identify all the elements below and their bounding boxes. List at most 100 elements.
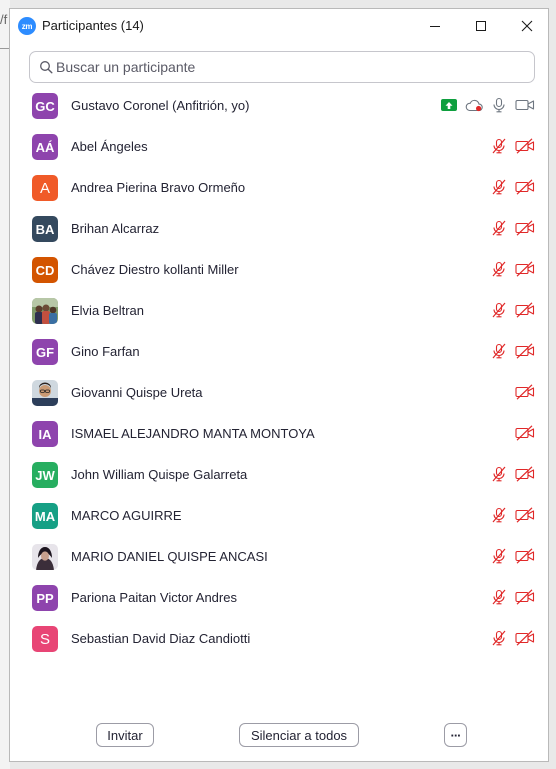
participant-status-icons xyxy=(483,466,535,482)
minimize-icon xyxy=(430,26,440,27)
participant-status-icons xyxy=(507,384,535,400)
participant-row[interactable]: BA Brihan Alcarraz xyxy=(10,208,548,249)
participant-row[interactable]: MA MARCO AGUIRRE xyxy=(10,495,548,536)
video-off-icon xyxy=(515,138,535,154)
participant-row[interactable]: S Sebastian David Diaz Candiotti xyxy=(10,618,548,659)
participant-status-icons xyxy=(433,97,535,113)
maximize-button[interactable] xyxy=(458,9,504,43)
mute-all-button[interactable]: Silenciar a todos xyxy=(239,723,359,747)
participant-name: Elvia Beltran xyxy=(71,303,144,318)
microphone-muted-icon xyxy=(491,589,507,605)
microphone-muted-icon xyxy=(491,548,507,564)
zoom-logo-icon: zm xyxy=(18,17,36,35)
participant-name: Giovanni Quispe Ureta xyxy=(71,385,203,400)
participant-row[interactable]: MARIO DANIEL QUISPE ANCASI xyxy=(10,536,548,577)
participant-row[interactable]: GC Gustavo Coronel (Anfitrión, yo) xyxy=(10,85,548,126)
participant-avatar xyxy=(32,544,58,570)
participant-name: Brihan Alcarraz xyxy=(71,221,160,236)
participant-avatar xyxy=(32,298,58,324)
title-bar[interactable]: zm Participantes (14) xyxy=(10,9,548,43)
microphone-muted-icon xyxy=(491,220,507,236)
participant-avatar: IA xyxy=(32,421,58,447)
search-icon xyxy=(40,61,53,74)
participants-window: zm Participantes (14) GC Gustavo Coronel … xyxy=(9,8,549,762)
video-camera-icon xyxy=(515,97,535,113)
video-off-icon xyxy=(515,630,535,646)
footer-toolbar: Invitar Silenciar a todos ··· xyxy=(10,723,548,749)
close-icon xyxy=(521,20,533,32)
window-title: Participantes (14) xyxy=(42,18,144,33)
video-off-icon xyxy=(515,466,535,482)
participant-status-icons xyxy=(483,589,535,605)
participant-avatar: PP xyxy=(32,585,58,611)
participant-row[interactable]: A Andrea Pierina Bravo Ormeño xyxy=(10,167,548,208)
microphone-muted-icon xyxy=(491,466,507,482)
participant-name: John William Quispe Galarreta xyxy=(71,467,248,482)
participant-row[interactable]: JW John William Quispe Galarreta xyxy=(10,454,548,495)
participant-name: Gino Farfan xyxy=(71,344,140,359)
video-off-icon xyxy=(515,548,535,564)
participant-status-icons xyxy=(483,343,535,359)
participant-name: MARIO DANIEL QUISPE ANCASI xyxy=(71,549,268,564)
video-off-icon xyxy=(515,384,535,400)
screen-share-icon[interactable] xyxy=(441,99,457,111)
participant-status-icons xyxy=(483,261,535,277)
microphone-icon xyxy=(491,97,507,113)
video-off-icon xyxy=(515,589,535,605)
microphone-muted-icon xyxy=(491,630,507,646)
participant-status-icons xyxy=(483,179,535,195)
participant-row[interactable]: PP Pariona Paitan Victor Andres xyxy=(10,577,548,618)
cloud-record-icon xyxy=(465,98,483,112)
video-off-icon xyxy=(515,261,535,277)
maximize-icon xyxy=(476,21,486,31)
search-box[interactable] xyxy=(29,51,535,83)
video-off-icon xyxy=(515,302,535,318)
participant-name: Sebastian David Diaz Candiotti xyxy=(71,631,251,646)
participant-row[interactable]: GF Gino Farfan xyxy=(10,331,548,372)
participant-status-icons xyxy=(483,548,535,564)
microphone-muted-icon xyxy=(491,261,507,277)
participant-status-icons xyxy=(483,138,535,154)
more-options-button[interactable]: ··· xyxy=(444,723,467,747)
participant-name: Gustavo Coronel (Anfitrión, yo) xyxy=(71,98,250,113)
participant-row[interactable]: AÁ Abel Ángeles xyxy=(10,126,548,167)
participant-name: Chávez Diestro kollanti Miller xyxy=(71,262,239,277)
microphone-muted-icon xyxy=(491,179,507,195)
microphone-muted-icon xyxy=(491,343,507,359)
participant-list: GC Gustavo Coronel (Anfitrión, yo) AÁ Abel … xyxy=(10,85,548,659)
video-off-icon xyxy=(515,220,535,236)
close-button[interactable] xyxy=(504,9,550,43)
participant-name: ISMAEL ALEJANDRO MANTA MONTOYA xyxy=(71,426,315,441)
participant-avatar: GC xyxy=(32,93,58,119)
participant-row[interactable]: Giovanni Quispe Ureta xyxy=(10,372,548,413)
participant-status-icons xyxy=(483,220,535,236)
participant-status-icons xyxy=(483,302,535,318)
participant-avatar: CD xyxy=(32,257,58,283)
search-input[interactable] xyxy=(56,52,526,82)
participant-name: Abel Ángeles xyxy=(71,139,148,154)
participant-name: Andrea Pierina Bravo Ormeño xyxy=(71,180,246,195)
participant-row[interactable]: IA ISMAEL ALEJANDRO MANTA MONTOYA xyxy=(10,413,548,454)
participant-row[interactable]: CD Chávez Diestro kollanti Miller xyxy=(10,249,548,290)
participant-status-icons xyxy=(483,507,535,523)
participant-avatar: AÁ xyxy=(32,134,58,160)
microphone-muted-icon xyxy=(491,507,507,523)
participant-avatar: BA xyxy=(32,216,58,242)
microphone-muted-icon xyxy=(491,138,507,154)
participant-avatar: S xyxy=(32,626,58,652)
invite-button[interactable]: Invitar xyxy=(96,723,154,747)
participant-avatar: MA xyxy=(32,503,58,529)
participant-avatar xyxy=(32,380,58,406)
participant-name: Pariona Paitan Victor Andres xyxy=(71,590,237,605)
background-text-fragment: /f xyxy=(0,12,8,27)
participant-avatar: GF xyxy=(32,339,58,365)
participant-status-icons xyxy=(507,425,535,441)
video-off-icon xyxy=(515,343,535,359)
video-off-icon xyxy=(515,507,535,523)
microphone-muted-icon xyxy=(491,302,507,318)
participant-avatar: JW xyxy=(32,462,58,488)
video-off-icon xyxy=(515,425,535,441)
participant-avatar: A xyxy=(32,175,58,201)
minimize-button[interactable] xyxy=(412,9,458,43)
participant-row[interactable]: Elvia Beltran xyxy=(10,290,548,331)
